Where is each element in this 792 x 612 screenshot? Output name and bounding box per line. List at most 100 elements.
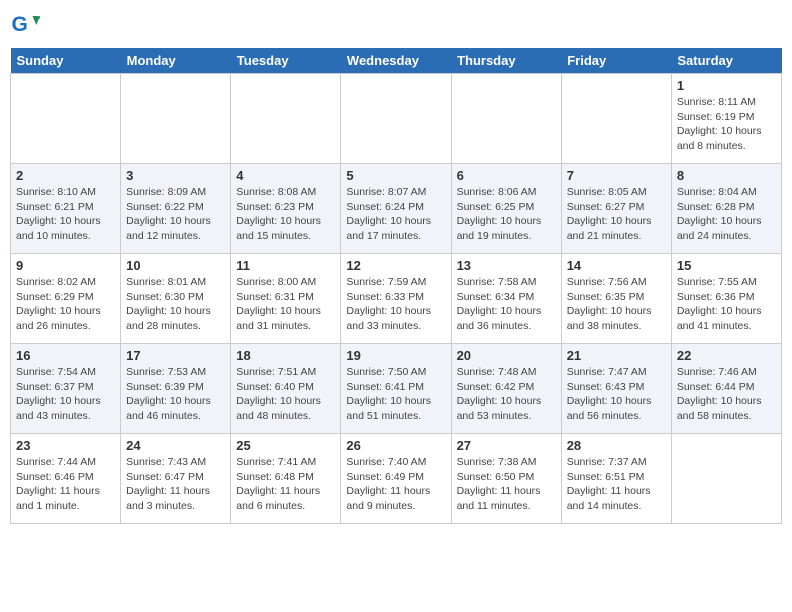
day-number: 14 (567, 258, 666, 273)
day-cell: 24 Sunrise: 7:43 AM Sunset: 6:47 PM Dayli… (121, 434, 231, 524)
weekday-header-thursday: Thursday (451, 48, 561, 74)
weekday-header-wednesday: Wednesday (341, 48, 451, 74)
day-detail: Sunrise: 7:44 AM Sunset: 6:46 PM Dayligh… (16, 455, 115, 514)
day-number: 12 (346, 258, 445, 273)
day-cell: 20 Sunrise: 7:48 AM Sunset: 6:42 PM Dayli… (451, 344, 561, 434)
day-detail: Sunrise: 8:10 AM Sunset: 6:21 PM Dayligh… (16, 185, 115, 244)
day-detail: Sunrise: 8:09 AM Sunset: 6:22 PM Dayligh… (126, 185, 225, 244)
day-detail: Sunrise: 8:01 AM Sunset: 6:30 PM Dayligh… (126, 275, 225, 334)
day-number: 18 (236, 348, 335, 363)
day-detail: Sunrise: 8:11 AM Sunset: 6:19 PM Dayligh… (677, 95, 776, 154)
day-cell: 11 Sunrise: 8:00 AM Sunset: 6:31 PM Dayli… (231, 254, 341, 344)
day-cell: 3 Sunrise: 8:09 AM Sunset: 6:22 PM Daylig… (121, 164, 231, 254)
day-number: 28 (567, 438, 666, 453)
week-row-3: 9 Sunrise: 8:02 AM Sunset: 6:29 PM Daylig… (11, 254, 782, 344)
day-cell: 8 Sunrise: 8:04 AM Sunset: 6:28 PM Daylig… (671, 164, 781, 254)
day-cell: 23 Sunrise: 7:44 AM Sunset: 6:46 PM Dayli… (11, 434, 121, 524)
day-number: 6 (457, 168, 556, 183)
day-cell: 17Sunrise: 7:53 AM Sunset: 6:39 PM Dayli… (121, 344, 231, 434)
day-number: 1 (677, 78, 776, 93)
day-number: 26 (346, 438, 445, 453)
day-number: 19 (346, 348, 445, 363)
day-cell: 9 Sunrise: 8:02 AM Sunset: 6:29 PM Daylig… (11, 254, 121, 344)
week-row-5: 23 Sunrise: 7:44 AM Sunset: 6:46 PM Dayli… (11, 434, 782, 524)
day-cell: 13 Sunrise: 7:58 AM Sunset: 6:34 PM Dayli… (451, 254, 561, 344)
day-cell (671, 434, 781, 524)
week-row-1: 1 Sunrise: 8:11 AM Sunset: 6:19 PM Daylig… (11, 74, 782, 164)
day-detail: Sunrise: 8:05 AM Sunset: 6:27 PM Dayligh… (567, 185, 666, 244)
day-number: 4 (236, 168, 335, 183)
day-detail: Sunrise: 8:00 AM Sunset: 6:31 PM Dayligh… (236, 275, 335, 334)
day-number: 13 (457, 258, 556, 273)
weekday-header-row: SundayMondayTuesdayWednesdayThursdayFrid… (11, 48, 782, 74)
day-detail: Sunrise: 7:51 AM Sunset: 6:40 PM Dayligh… (236, 365, 335, 424)
day-cell (231, 74, 341, 164)
day-number: 25 (236, 438, 335, 453)
day-cell: 25 Sunrise: 7:41 AM Sunset: 6:48 PM Dayli… (231, 434, 341, 524)
day-cell: 5 Sunrise: 8:07 AM Sunset: 6:24 PM Daylig… (341, 164, 451, 254)
day-cell: 6 Sunrise: 8:06 AM Sunset: 6:25 PM Daylig… (451, 164, 561, 254)
day-detail: Sunrise: 8:04 AM Sunset: 6:28 PM Dayligh… (677, 185, 776, 244)
day-number: 22 (677, 348, 776, 363)
weekday-header-sunday: Sunday (11, 48, 121, 74)
day-number: 8 (677, 168, 776, 183)
day-detail: Sunrise: 7:40 AM Sunset: 6:49 PM Dayligh… (346, 455, 445, 514)
day-detail: Sunrise: 8:06 AM Sunset: 6:25 PM Dayligh… (457, 185, 556, 244)
calendar: SundayMondayTuesdayWednesdayThursdayFrid… (10, 48, 782, 524)
day-number: 3 (126, 168, 225, 183)
logo-icon: G (10, 10, 40, 40)
day-cell: 16 Sunrise: 7:54 AM Sunset: 6:37 PM Dayli… (11, 344, 121, 434)
day-cell: 19 Sunrise: 7:50 AM Sunset: 6:41 PM Dayli… (341, 344, 451, 434)
day-cell: 27Sunrise: 7:38 AM Sunset: 6:50 PM Dayli… (451, 434, 561, 524)
day-number: 20 (457, 348, 556, 363)
day-detail: Sunrise: 7:37 AM Sunset: 6:51 PM Dayligh… (567, 455, 666, 514)
day-detail: Sunrise: 7:54 AM Sunset: 6:37 PM Dayligh… (16, 365, 115, 424)
day-detail: Sunrise: 8:02 AM Sunset: 6:29 PM Dayligh… (16, 275, 115, 334)
day-number: 27 (457, 438, 556, 453)
day-cell: 14 Sunrise: 7:56 AM Sunset: 6:35 PM Dayli… (561, 254, 671, 344)
day-detail: Sunrise: 7:55 AM Sunset: 6:36 PM Dayligh… (677, 275, 776, 334)
logo: G (10, 10, 44, 40)
day-detail: Sunrise: 7:43 AM Sunset: 6:47 PM Dayligh… (126, 455, 225, 514)
week-row-4: 16 Sunrise: 7:54 AM Sunset: 6:37 PM Dayli… (11, 344, 782, 434)
day-detail: Sunrise: 7:48 AM Sunset: 6:42 PM Dayligh… (457, 365, 556, 424)
day-number: 15 (677, 258, 776, 273)
day-cell (121, 74, 231, 164)
day-number: 2 (16, 168, 115, 183)
day-detail: Sunrise: 7:46 AM Sunset: 6:44 PM Dayligh… (677, 365, 776, 424)
day-cell: 2 Sunrise: 8:10 AM Sunset: 6:21 PM Daylig… (11, 164, 121, 254)
day-cell: 15 Sunrise: 7:55 AM Sunset: 6:36 PM Dayli… (671, 254, 781, 344)
weekday-header-saturday: Saturday (671, 48, 781, 74)
day-cell: 10 Sunrise: 8:01 AM Sunset: 6:30 PM Dayli… (121, 254, 231, 344)
day-cell: 4Sunrise: 8:08 AM Sunset: 6:23 PM Daylig… (231, 164, 341, 254)
day-cell: 1 Sunrise: 8:11 AM Sunset: 6:19 PM Daylig… (671, 74, 781, 164)
day-detail: Sunrise: 7:47 AM Sunset: 6:43 PM Dayligh… (567, 365, 666, 424)
day-cell (561, 74, 671, 164)
weekday-header-tuesday: Tuesday (231, 48, 341, 74)
day-detail: Sunrise: 8:07 AM Sunset: 6:24 PM Dayligh… (346, 185, 445, 244)
svg-text:G: G (12, 13, 28, 36)
day-number: 5 (346, 168, 445, 183)
day-detail: Sunrise: 7:58 AM Sunset: 6:34 PM Dayligh… (457, 275, 556, 334)
day-detail: Sunrise: 7:56 AM Sunset: 6:35 PM Dayligh… (567, 275, 666, 334)
header: G (10, 10, 782, 40)
day-number: 23 (16, 438, 115, 453)
day-number: 21 (567, 348, 666, 363)
day-cell: 28 Sunrise: 7:37 AM Sunset: 6:51 PM Dayli… (561, 434, 671, 524)
day-detail: Sunrise: 7:41 AM Sunset: 6:48 PM Dayligh… (236, 455, 335, 514)
day-cell: 22 Sunrise: 7:46 AM Sunset: 6:44 PM Dayli… (671, 344, 781, 434)
day-number: 9 (16, 258, 115, 273)
day-number: 11 (236, 258, 335, 273)
weekday-header-friday: Friday (561, 48, 671, 74)
day-detail: Sunrise: 7:50 AM Sunset: 6:41 PM Dayligh… (346, 365, 445, 424)
day-number: 16 (16, 348, 115, 363)
day-cell: 21 Sunrise: 7:47 AM Sunset: 6:43 PM Dayli… (561, 344, 671, 434)
day-cell (341, 74, 451, 164)
day-number: 10 (126, 258, 225, 273)
day-detail: Sunrise: 7:59 AM Sunset: 6:33 PM Dayligh… (346, 275, 445, 334)
day-number: 7 (567, 168, 666, 183)
day-number: 24 (126, 438, 225, 453)
weekday-header-monday: Monday (121, 48, 231, 74)
day-detail: Sunrise: 7:53 AM Sunset: 6:39 PM Dayligh… (126, 365, 225, 424)
day-cell: 12 Sunrise: 7:59 AM Sunset: 6:33 PM Dayli… (341, 254, 451, 344)
